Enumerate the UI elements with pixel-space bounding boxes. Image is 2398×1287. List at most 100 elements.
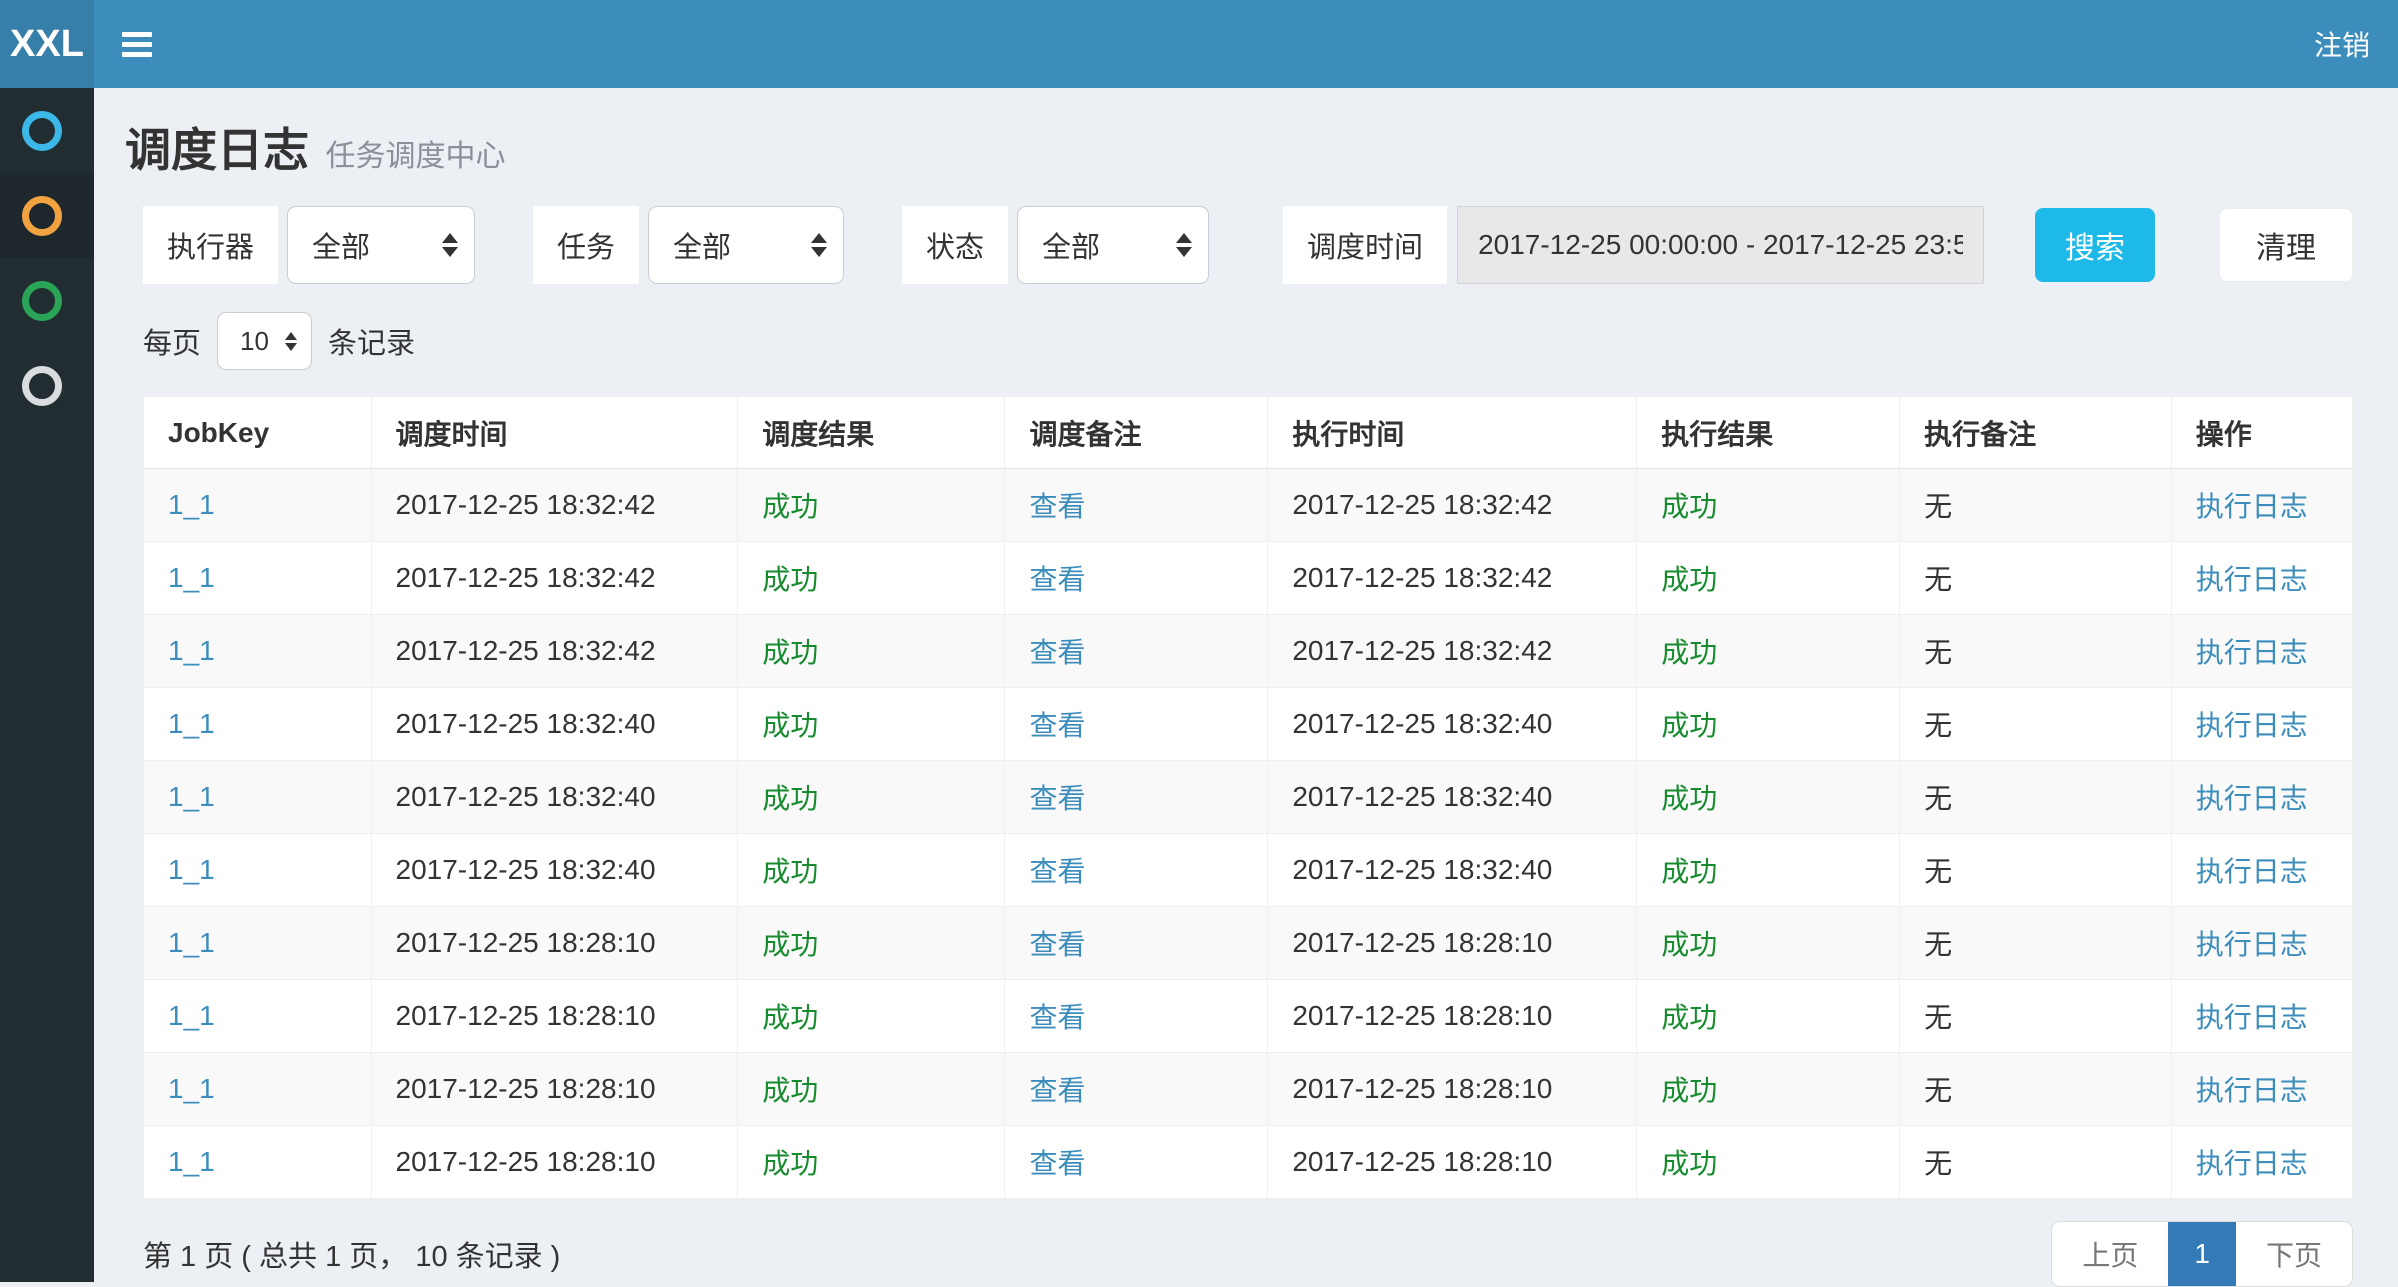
handle-msg-cell: 无 [1900,907,2172,980]
trigger-time-cell: 2017-12-25 18:28:10 [371,980,738,1053]
execution-log-link[interactable]: 执行日志 [2196,491,2308,522]
jobkey-link[interactable]: 1_1 [168,1146,215,1177]
trigger-msg-link[interactable]: 查看 [1029,710,1085,741]
table-body: 1_12017-12-25 18:32:42成功查看2017-12-25 18:… [144,469,2353,1199]
column-header: 调度时间 [371,397,738,469]
execution-log-link[interactable]: 执行日志 [2196,1148,2308,1179]
table-row: 1_1 2017-12-25 18:32:40 成功 查看 2017-12-25 18:… [144,688,2353,761]
clear-button[interactable]: 清理 [2219,208,2353,282]
execution-log-link[interactable]: 执行日志 [2196,710,2308,741]
job-filter-label: 任务 [533,206,639,284]
execution-log-link[interactable]: 执行日志 [2196,783,2308,814]
next-page-button[interactable]: 下页 [2236,1222,2352,1286]
pagination-summary: 第 1 页 ( 总共 1 页， 10 条记录 ) [143,1233,560,1275]
page-header: 调度日志 任务调度中心 [125,114,2353,180]
sidebar-item-3[interactable] [0,258,94,343]
execution-log-link[interactable]: 执行日志 [2196,637,2308,668]
handle-msg: 无 [1924,710,1952,741]
trigger-msg-link[interactable]: 查看 [1029,1002,1085,1033]
jobkey-link[interactable]: 1_1 [168,635,215,666]
trigger-result: 成功 [762,637,818,668]
handle-result: 成功 [1661,929,1717,960]
execution-log-link[interactable]: 执行日志 [2196,564,2308,595]
app-logo[interactable]: XXL [0,0,94,88]
trigger-msg-link[interactable]: 查看 [1029,491,1085,522]
handle-time: 2017-12-25 18:28:10 [1292,1000,1552,1031]
trigger-msg-link-cell: 查看 [1005,834,1268,907]
circle-o-icon [22,111,62,151]
jobkey-link[interactable]: 1_1 [168,781,215,812]
jobkey-link[interactable]: 1_1 [168,927,215,958]
current-page-button[interactable]: 1 [2168,1222,2236,1286]
handle-msg-cell: 无 [1900,761,2172,834]
execution-log-link[interactable]: 执行日志 [2196,929,2308,960]
trigger-msg-link[interactable]: 查看 [1029,1075,1085,1106]
trigger-result: 成功 [762,856,818,887]
trigger-result-cell: 成功 [738,761,1005,834]
search-button[interactable]: 搜索 [2035,208,2155,282]
trigger-msg-link[interactable]: 查看 [1029,783,1085,814]
pagesize-select[interactable]: 10 [217,312,312,370]
jobkey-link[interactable]: 1_1 [168,1073,215,1104]
trigger-msg-link[interactable]: 查看 [1029,856,1085,887]
handle-result-cell: 成功 [1637,1053,1900,1126]
handle-result: 成功 [1661,783,1717,814]
trigger-time-range-input[interactable] [1457,206,1984,284]
status-select[interactable]: 全部 [1017,206,1209,284]
jobkey-link[interactable]: 1_1 [168,562,215,593]
handle-msg: 无 [1924,1075,1952,1106]
trigger-msg-link[interactable]: 查看 [1029,637,1085,668]
execution-log-link-cell: 执行日志 [2171,1053,2352,1126]
jobkey-link[interactable]: 1_1 [168,854,215,885]
filter-toolbar: 执行器 全部 任务 全部 状态 全部 [143,206,2353,284]
sidebar-item-4[interactable] [0,343,94,428]
execution-log-link[interactable]: 执行日志 [2196,1075,2308,1106]
handle-msg: 无 [1924,783,1952,814]
table-row: 1_12017-12-25 18:28:10成功查看2017-12-25 18:… [144,1126,2353,1199]
handle-msg: 无 [1924,491,1952,522]
handle-time-cell: 2017-12-25 18:28:10 [1268,907,1637,980]
trigger-result: 成功 [762,564,818,595]
handle-msg: 无 [1924,929,1952,960]
circle-o-icon [22,196,62,236]
main-content: 调度日志 任务调度中心 执行器 全部 任务 全部 状态 [94,88,2398,1282]
jobkey-link[interactable]: 1_1 [168,708,215,739]
handle-time: 2017-12-25 18:32:40 [1292,708,1552,739]
hamburger-icon [122,32,152,37]
jobkey-link[interactable]: 1_1 [168,1000,215,1031]
trigger-msg-link[interactable]: 查看 [1029,1148,1085,1179]
trigger-result: 成功 [762,1075,818,1106]
trigger-msg-link[interactable]: 查看 [1029,564,1085,595]
execution-log-link[interactable]: 执行日志 [2196,856,2308,887]
jobkey-link-cell: 1_1 [144,761,372,834]
trigger-time-filter-label: 调度时间 [1283,206,1447,284]
trigger-time-cell: 2017-12-25 18:32:40 [371,688,738,761]
handle-time-cell: 2017-12-25 18:32:40 [1268,688,1637,761]
sidebar-item-1[interactable] [0,88,94,173]
trigger-result: 成功 [762,1148,818,1179]
jobkey-link-cell: 1_1 [144,834,372,907]
jobkey-link-cell: 1_1 [144,469,372,542]
sidebar-item-2[interactable] [0,173,94,258]
job-select[interactable]: 全部 [648,206,844,284]
execution-log-link[interactable]: 执行日志 [2196,1002,2308,1033]
status-select-value: 全部 [1042,224,1100,266]
jobkey-link-cell: 1_1 [144,615,372,688]
executor-filter: 执行器 全部 [143,206,475,284]
handle-time-cell: 2017-12-25 18:28:10 [1268,1126,1637,1199]
trigger-result: 成功 [762,491,818,522]
executor-select[interactable]: 全部 [287,206,475,284]
executor-select-value: 全部 [312,224,370,266]
execution-log-link-cell: 执行日志 [2171,980,2352,1053]
sidebar-toggle-button[interactable] [122,27,152,62]
dispatch-log-table: JobKey调度时间调度结果调度备注执行时间执行结果执行备注操作 1_12017… [143,396,2353,1199]
jobkey-link[interactable]: 1_1 [168,489,215,520]
execution-log-link-cell: 执行日志 [2171,907,2352,980]
handle-result: 成功 [1661,710,1717,741]
job-filter: 任务 全部 [533,206,844,284]
handle-result-cell: 成功 [1637,980,1900,1053]
prev-page-button[interactable]: 上页 [2052,1222,2168,1286]
trigger-msg-link-cell: 查看 [1005,1053,1268,1126]
logout-button[interactable]: 注销 [2314,24,2370,64]
trigger-msg-link[interactable]: 查看 [1029,929,1085,960]
